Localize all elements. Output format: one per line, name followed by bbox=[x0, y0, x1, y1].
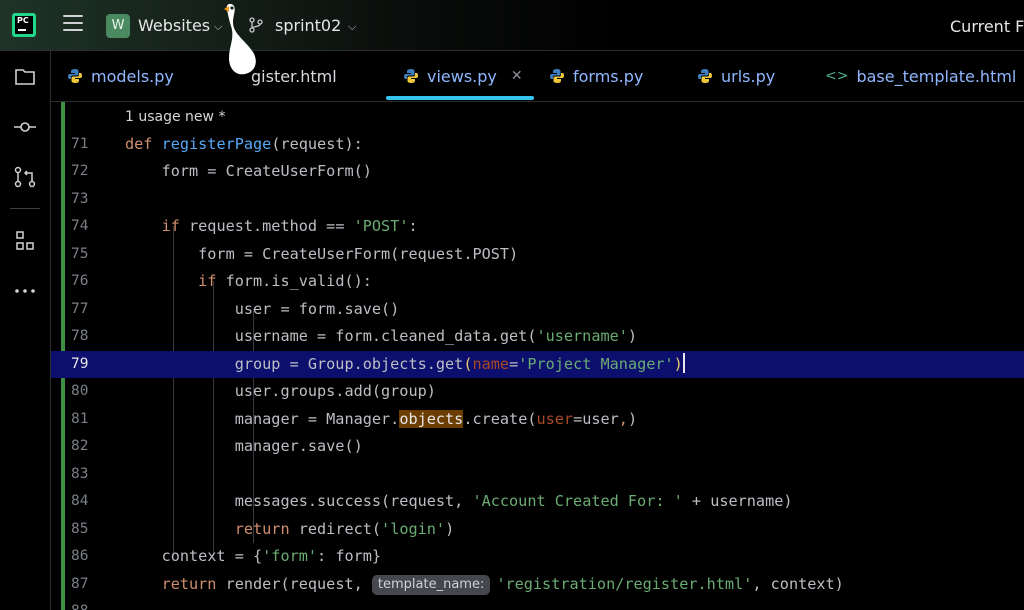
tool-window-strip bbox=[0, 51, 51, 610]
code-text: if request.method == 'POST': bbox=[161, 217, 418, 235]
tab-label: models.py bbox=[91, 66, 174, 86]
pull-request-icon[interactable] bbox=[13, 165, 37, 189]
python-icon bbox=[698, 69, 712, 83]
line-number: 75 bbox=[71, 245, 89, 262]
code-line: 84 messages.success(request, 'Account Cr… bbox=[51, 488, 1024, 516]
code-line: 77 user = form.save() bbox=[51, 296, 1024, 324]
logo-text: PC bbox=[17, 16, 29, 25]
project-badge[interactable]: W bbox=[106, 14, 130, 38]
python-icon bbox=[550, 69, 564, 83]
tab-label: forms.py bbox=[573, 66, 644, 86]
code-line: 82 manager.save() bbox=[51, 433, 1024, 461]
close-tab-icon[interactable]: ✕ bbox=[511, 68, 523, 84]
tab-label: base_template.html bbox=[856, 66, 1017, 86]
code-line: 81 manager = Manager.objects.create(user… bbox=[51, 406, 1024, 434]
line-number: 85 bbox=[71, 520, 89, 537]
pycharm-logo-icon[interactable]: PC bbox=[12, 13, 36, 37]
tab-forms-py[interactable]: forms.py bbox=[549, 51, 643, 101]
code-editor[interactable]: 1 usage new * 71 def registerPage(reques… bbox=[51, 102, 1024, 610]
line-number: 86 bbox=[71, 548, 89, 564]
main-menu-icon[interactable] bbox=[63, 15, 83, 33]
code-text: form = CreateUserForm(request.POST) bbox=[125, 244, 519, 263]
code-text: if form.is_valid(): bbox=[198, 272, 372, 290]
code-line: 86 context = {'form': form} bbox=[51, 543, 1024, 571]
run-configuration[interactable]: Current F bbox=[950, 17, 1024, 36]
code-line: 71 def registerPage(request): bbox=[51, 131, 1024, 159]
line-number: 87 bbox=[71, 575, 89, 592]
code-text: messages.success(request, 'Account Creat… bbox=[125, 492, 793, 510]
code-line: 73 bbox=[51, 186, 1024, 214]
tab-urls-py[interactable]: urls.py bbox=[697, 51, 775, 101]
code-text: form = CreateUserForm() bbox=[125, 162, 372, 180]
code-text: manager.save() bbox=[125, 437, 363, 455]
line-number: 71 bbox=[71, 135, 89, 152]
code-text: return redirect('login') bbox=[234, 519, 455, 538]
editor-tabs: models.py gister.html views.py ✕ forms.p… bbox=[51, 51, 1024, 102]
line-number: 76 bbox=[71, 273, 89, 289]
active-tab-indicator bbox=[386, 96, 534, 100]
tab-label: views.py bbox=[427, 66, 497, 86]
tab-models-py[interactable]: models.py bbox=[67, 51, 174, 101]
line-number: 77 bbox=[71, 300, 89, 317]
title-bar: PC W Websites ⌵ sprint02 ⌵ Current F bbox=[0, 0, 1024, 51]
code-text: return render(request, template_name:'re… bbox=[161, 574, 844, 595]
code-text: username = form.cleaned_data.get('userna… bbox=[125, 327, 638, 345]
line-number: 83 bbox=[71, 465, 89, 482]
toolstrip-divider bbox=[10, 208, 40, 209]
branch-chevron-down-icon[interactable]: ⌵ bbox=[348, 20, 356, 34]
code-text: context = {'form': form} bbox=[125, 547, 382, 565]
current-code-line: 79 group = Group.objects.get(name='Proje… bbox=[51, 350, 1024, 378]
more-icon[interactable] bbox=[13, 279, 37, 303]
code-line: 83 bbox=[51, 461, 1024, 489]
code-line: 88 bbox=[51, 598, 1024, 610]
tab-views-py[interactable]: views.py ✕ bbox=[403, 51, 523, 101]
branch-name[interactable]: sprint02 bbox=[275, 16, 341, 35]
line-number: 82 bbox=[71, 438, 89, 454]
python-icon bbox=[68, 69, 82, 83]
line-number: 72 bbox=[71, 163, 89, 179]
line-number: 81 bbox=[71, 410, 89, 427]
line-number: 80 bbox=[71, 383, 89, 399]
code-text: user = form.save() bbox=[125, 299, 400, 318]
code-text: manager = Manager.objects.create(user=us… bbox=[125, 409, 638, 428]
line-number: 88 bbox=[71, 598, 111, 610]
code-line: 80 user.groups.add(group) bbox=[51, 378, 1024, 406]
tab-label: urls.py bbox=[721, 66, 776, 86]
python-icon bbox=[404, 69, 418, 83]
code-line: 87 return render(request, template_name:… bbox=[51, 571, 1024, 599]
line-number: 78 bbox=[71, 328, 89, 344]
commit-icon[interactable] bbox=[13, 115, 37, 139]
code-line: 76 if form.is_valid(): bbox=[51, 268, 1024, 296]
tab-base-template-html[interactable]: <> base_template.html bbox=[825, 51, 1016, 101]
project-name[interactable]: Websites bbox=[138, 16, 210, 35]
code-line: 85 return redirect('login') bbox=[51, 516, 1024, 544]
line-number: 73 bbox=[71, 190, 89, 207]
code-text: group = Group.objects.get(name='Project … bbox=[125, 352, 685, 373]
structure-icon[interactable] bbox=[13, 229, 37, 253]
line-number: 74 bbox=[71, 218, 89, 234]
goose-cursor-icon bbox=[224, 3, 256, 75]
code-text: def registerPage(request): bbox=[125, 134, 363, 153]
line-number: 84 bbox=[71, 493, 89, 509]
code-line: 75 form = CreateUserForm(request.POST) bbox=[51, 241, 1024, 269]
usage-inlay-hint[interactable]: 1 usage new * bbox=[125, 109, 225, 125]
html-icon: <> bbox=[825, 68, 849, 84]
parameter-name-hint: template_name: bbox=[371, 574, 491, 595]
project-icon[interactable] bbox=[13, 65, 37, 89]
text-caret bbox=[682, 352, 685, 373]
code-line: 72 form = CreateUserForm() bbox=[51, 158, 1024, 186]
code-line: 74 if request.method == 'POST': bbox=[51, 213, 1024, 241]
code-text: user.groups.add(group) bbox=[125, 382, 436, 400]
line-number: 79 bbox=[71, 355, 89, 372]
code-line: 78 username = form.cleaned_data.get('use… bbox=[51, 323, 1024, 351]
